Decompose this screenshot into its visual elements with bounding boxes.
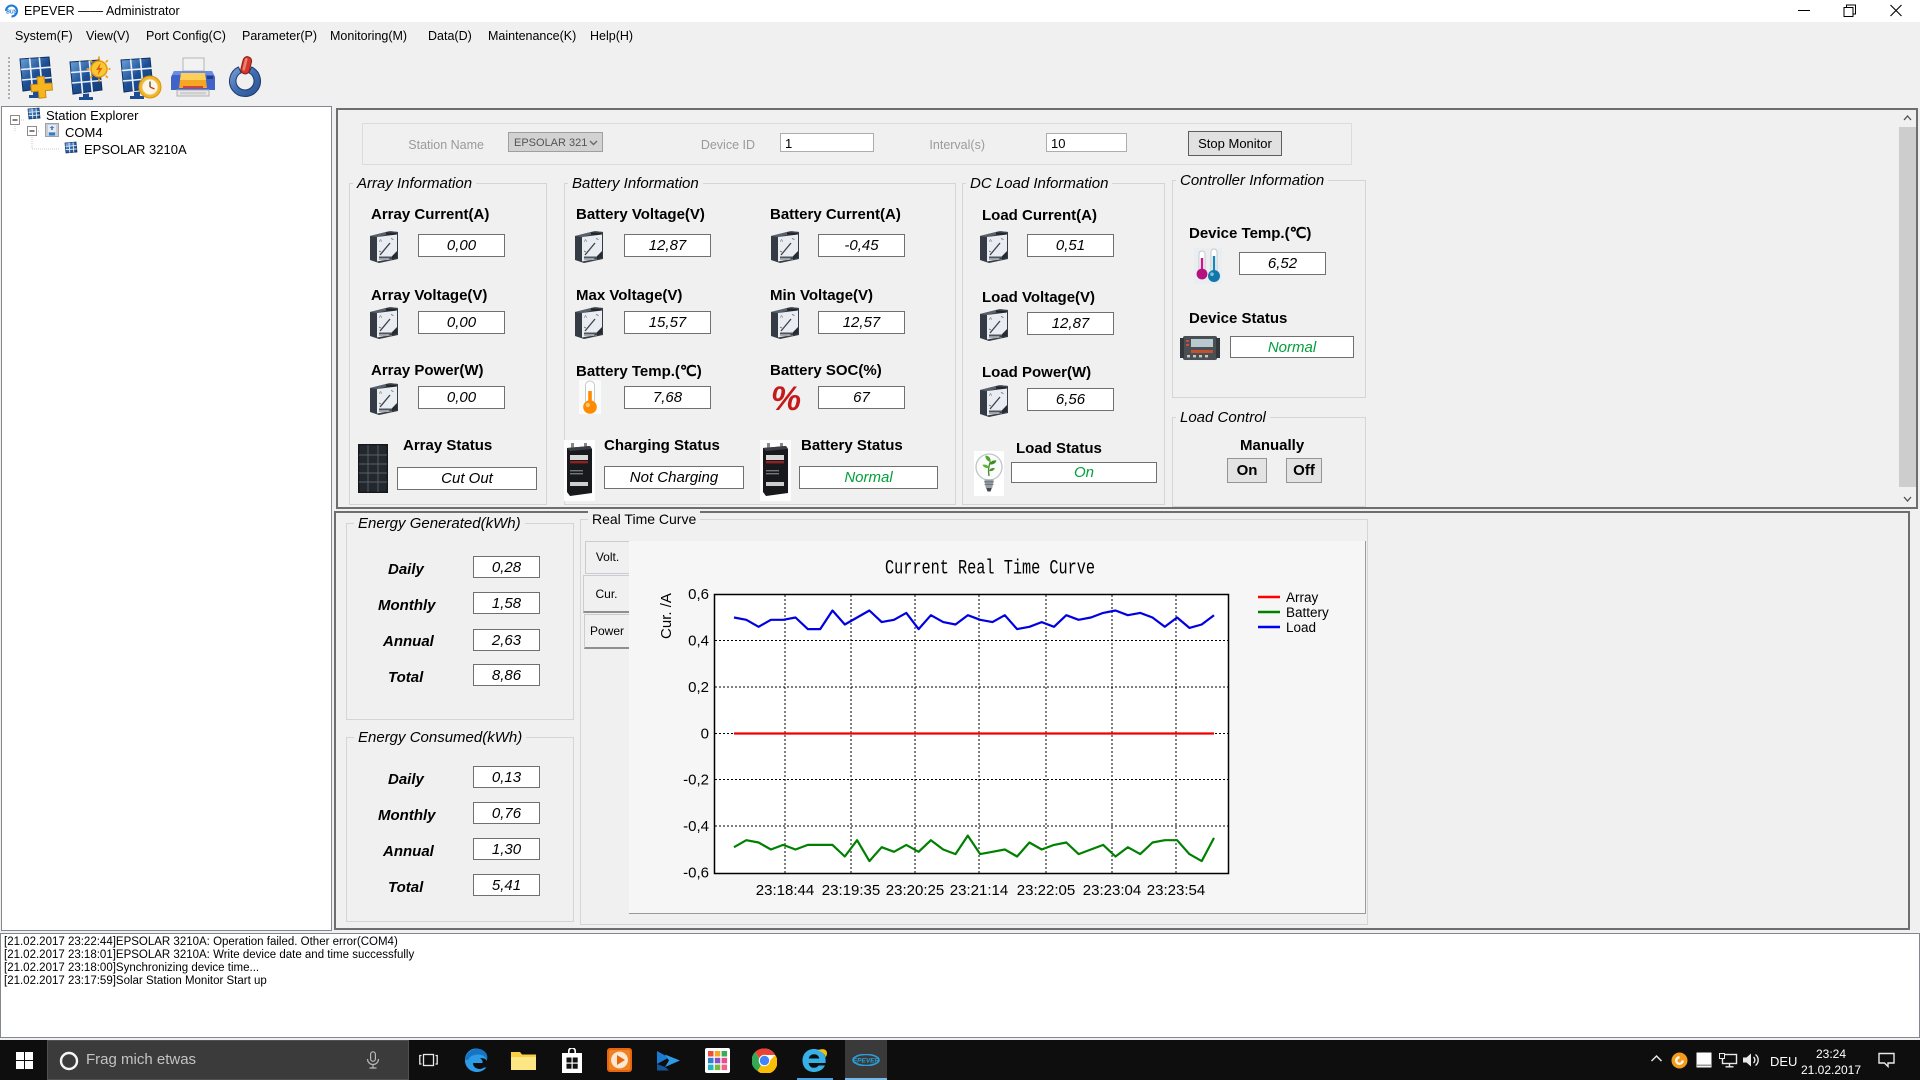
svg-text:Load: Load: [1286, 620, 1316, 635]
svg-text:-0,2: -0,2: [683, 772, 709, 789]
svg-text:Array: Array: [1286, 590, 1319, 605]
svg-text:-0,4: -0,4: [683, 818, 709, 835]
svg-text:23:20:25: 23:20:25: [886, 882, 944, 899]
svg-text:0: 0: [701, 726, 709, 743]
svg-text:0,4: 0,4: [688, 633, 709, 650]
svg-text:EPEVER: EPEVER: [853, 1058, 880, 1065]
svg-text:0,6: 0,6: [688, 586, 709, 603]
svg-text:Battery: Battery: [1286, 605, 1329, 620]
svg-text:23:23:54: 23:23:54: [1147, 882, 1205, 899]
svg-text:23:21:14: 23:21:14: [950, 882, 1008, 899]
svg-text:0,2: 0,2: [688, 679, 709, 696]
svg-text:Current Real Time Curve: Current Real Time Curve: [885, 558, 1095, 581]
svg-text:23:22:05: 23:22:05: [1017, 882, 1075, 899]
svg-text:Cur. /A: Cur. /A: [658, 593, 675, 639]
svg-text:BUS: BUS: [6, 10, 17, 16]
svg-text:23:18:44: 23:18:44: [756, 882, 814, 899]
svg-text:23:23:04: 23:23:04: [1083, 882, 1141, 899]
svg-text:23:19:35: 23:19:35: [822, 882, 880, 899]
svg-text:-0,6: -0,6: [683, 865, 709, 882]
